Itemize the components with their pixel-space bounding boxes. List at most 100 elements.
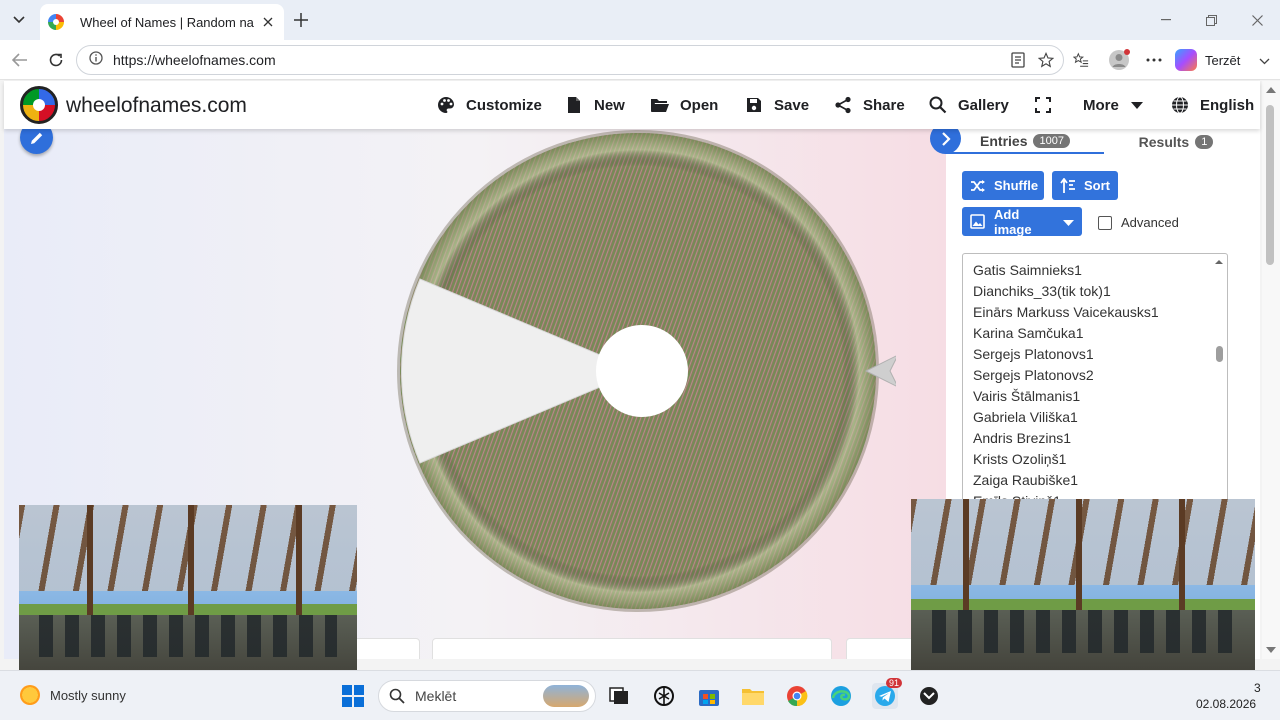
telegram-icon[interactable]: 91 — [872, 678, 902, 709]
customize-menu[interactable]: Customize — [436, 93, 542, 117]
wheel-logo-icon[interactable] — [20, 86, 58, 124]
new-file-icon — [564, 95, 584, 115]
taskbar-search-icon — [389, 688, 405, 704]
entry-item[interactable]: Krists Ozoliņš1 — [973, 449, 1159, 470]
favorite-star-icon[interactable] — [1038, 52, 1054, 68]
reload-icon[interactable] — [44, 48, 68, 72]
entry-item[interactable]: Einārs Markuss Vaicekausks1 — [973, 302, 1159, 323]
save-disk-icon — [744, 95, 764, 115]
fullscreen-icon — [1033, 95, 1053, 115]
results-tab-label: Results — [1138, 133, 1190, 150]
page-scroll-down-icon[interactable] — [1266, 647, 1276, 653]
more-options-icon[interactable] — [1146, 52, 1162, 68]
weather-label: Mostly sunny — [50, 687, 126, 703]
entry-item[interactable]: Vairis Štālmanis1 — [973, 386, 1159, 407]
windows-taskbar: Mostly sunny Meklēt 91 3 02.08.2026 — [0, 670, 1280, 720]
tab-close-icon[interactable] — [260, 14, 276, 30]
task-view-icon[interactable] — [606, 683, 632, 709]
entry-item[interactable]: Dianchiks_33(tik tok)1 — [973, 281, 1159, 302]
restore-icon[interactable] — [1201, 10, 1221, 30]
open-label: Open — [680, 96, 719, 114]
tab-list-chevron-icon[interactable] — [6, 8, 32, 32]
entries-count-badge: 1007 — [1033, 133, 1070, 148]
entry-item[interactable]: Andris Brezins1 — [973, 428, 1159, 449]
clock-date[interactable]: 02.08.2026 — [1196, 697, 1256, 711]
open-menu[interactable]: Open — [650, 93, 718, 117]
new-menu[interactable]: New — [564, 93, 625, 117]
name-wheel[interactable] — [390, 129, 896, 619]
chatgpt-icon[interactable] — [651, 683, 677, 709]
entries-textarea[interactable]: Gatis Saimnieks1 Dianchiks_33(tik tok)1 Ei… — [962, 253, 1228, 503]
wheel-center-hub[interactable] — [596, 325, 688, 417]
toolbar-chevron-down-icon[interactable] — [1256, 53, 1272, 69]
favicon-icon — [48, 14, 64, 30]
telegram-badge: 91 — [885, 678, 902, 688]
new-tab-plus-icon[interactable] — [289, 8, 313, 32]
more-menu[interactable]: More — [1083, 93, 1147, 117]
entries-list: Gatis Saimnieks1 Dianchiks_33(tik tok)1 Ei… — [973, 260, 1159, 502]
entry-item[interactable]: Sergejs Platonovs1 — [973, 344, 1159, 365]
entries-scrollbar[interactable] — [1213, 256, 1225, 502]
share-icon — [833, 95, 853, 115]
window-close-icon[interactable] — [1247, 10, 1267, 30]
tab-results[interactable]: Results 1 — [1106, 129, 1246, 154]
site-header: wheelofnames.com Customize New Open Save… — [4, 81, 1260, 129]
minimize-icon[interactable] — [1156, 10, 1176, 30]
edge-icon[interactable] — [828, 683, 854, 709]
entry-item[interactable]: Gatis Saimnieks1 — [973, 260, 1159, 281]
url-text: https://wheelofnames.com — [113, 52, 276, 68]
entry-item[interactable]: Karina Samčuka1 — [973, 323, 1159, 344]
app-icon-dark[interactable] — [916, 683, 942, 709]
advanced-label: Advanced — [1121, 215, 1179, 230]
palette-icon — [436, 95, 456, 115]
browser-tab-bar: Wheel of Names | Random name picker — [0, 0, 1280, 40]
add-image-button[interactable]: Add image — [962, 207, 1082, 237]
caret-down-icon — [1127, 95, 1147, 115]
folder-open-icon — [650, 95, 670, 115]
chrome-icon[interactable] — [784, 683, 810, 709]
copilot-button[interactable]: Terzēt — [1175, 46, 1255, 74]
address-bar[interactable]: https://wheelofnames.com — [76, 45, 1064, 75]
save-menu[interactable]: Save — [744, 93, 809, 117]
taskbar-search[interactable]: Meklēt — [378, 680, 596, 712]
page-scroll-up-icon[interactable] — [1266, 87, 1276, 93]
favorites-list-icon[interactable] — [1073, 52, 1089, 68]
sort-button[interactable]: Sort — [1052, 171, 1118, 200]
back-arrow-icon[interactable] — [8, 48, 32, 72]
edit-title-button[interactable] — [20, 129, 53, 154]
entry-item[interactable]: Gabriela Viliška1 — [973, 407, 1159, 428]
panel-tabs: Entries 1007 Results 1 — [946, 129, 1246, 154]
weather-widget[interactable]: Mostly sunny — [20, 685, 126, 705]
advanced-checkbox[interactable] — [1098, 215, 1112, 230]
page-scroll-thumb[interactable] — [1266, 105, 1274, 265]
profile-avatar-icon[interactable] — [1108, 49, 1130, 71]
windows-start-icon[interactable] — [340, 683, 366, 709]
site-info-icon[interactable] — [89, 50, 103, 70]
entries-scroll-thumb[interactable] — [1216, 346, 1223, 362]
page-scrollbar[interactable] — [1262, 81, 1280, 659]
globe-icon — [1170, 95, 1190, 115]
entry-item[interactable]: Zaiga Raubiške1 — [973, 470, 1159, 491]
reader-mode-icon[interactable] — [1010, 52, 1026, 68]
tab-entries[interactable]: Entries 1007 — [946, 129, 1104, 154]
fullscreen-button[interactable] — [1033, 93, 1063, 117]
browser-tab-active[interactable]: Wheel of Names | Random name picker — [40, 4, 284, 40]
chevron-right-icon — [941, 131, 951, 146]
tab-title: Wheel of Names | Random name picker — [80, 14, 254, 30]
language-menu[interactable]: English — [1170, 93, 1254, 117]
pencil-icon — [30, 132, 42, 144]
dropdown-caret-icon — [1063, 214, 1074, 229]
microsoft-store-icon[interactable] — [696, 683, 722, 709]
copilot-label: Terzēt — [1205, 52, 1241, 68]
gallery-menu[interactable]: Gallery — [928, 93, 1009, 117]
photo-pavilion-left — [19, 505, 357, 695]
scroll-up-icon[interactable] — [1213, 258, 1225, 266]
shuffle-button[interactable]: Shuffle — [962, 171, 1044, 200]
site-title[interactable]: wheelofnames.com — [66, 94, 247, 118]
results-count-badge: 1 — [1195, 134, 1214, 149]
advanced-toggle[interactable]: Advanced — [1098, 215, 1179, 230]
file-explorer-icon[interactable] — [740, 683, 766, 709]
share-menu[interactable]: Share — [833, 93, 905, 117]
sun-icon — [20, 685, 40, 705]
entry-item[interactable]: Sergejs Platonovs2 — [973, 365, 1159, 386]
